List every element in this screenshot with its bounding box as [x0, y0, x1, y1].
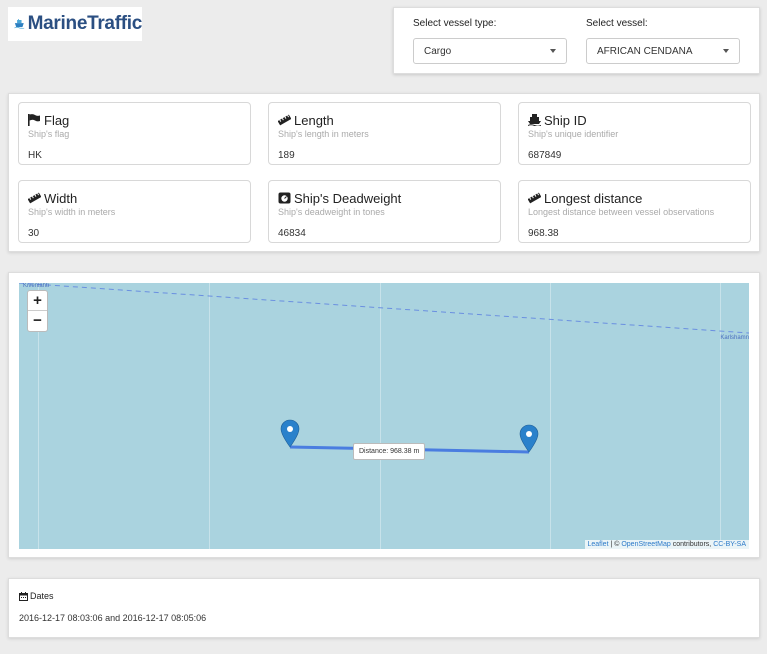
- deadweight-value: 46834: [278, 228, 306, 239]
- chevron-down-icon: [550, 49, 556, 53]
- longest-distance-desc: Longest distance between vessel observat…: [528, 207, 715, 217]
- ship-logo-icon: [14, 19, 25, 29]
- attribution-sep: | ©: [608, 541, 622, 548]
- longest-distance-card: Longest distance Longest distance betwee…: [518, 180, 751, 243]
- vessel-type-select[interactable]: Cargo: [413, 38, 567, 64]
- length-value: 189: [278, 150, 295, 161]
- ruler-icon: [278, 114, 291, 126]
- attribution-mid: contributors,: [670, 541, 714, 548]
- width-desc: Ship's width in meters: [28, 207, 116, 217]
- flag-card: Flag Ship's flag HK: [18, 102, 251, 165]
- vessel-select[interactable]: AFRICAN CENDANA: [586, 38, 740, 64]
- place-label-right: Karlshamn: [720, 335, 749, 341]
- brand-name: MarineTraffic: [27, 13, 143, 34]
- ruler-icon: [528, 192, 541, 204]
- license-link[interactable]: CC-BY-SA: [713, 541, 746, 548]
- length-card: Length Ship's length in meters 189: [268, 102, 501, 165]
- map-panel: Kivenlahti Karlshamn + − Distance: 968.3…: [8, 272, 760, 558]
- dates-title: Dates: [30, 591, 54, 601]
- marker-end[interactable]: [519, 424, 539, 453]
- distance-tooltip: Distance: 968.38 m: [353, 443, 426, 460]
- longest-distance-value: 968.38: [528, 228, 559, 239]
- ship-icon: [528, 114, 541, 126]
- width-card: Width Ship's width in meters 30: [18, 180, 251, 243]
- vessel-selector-card: Select vessel type: Cargo Select vessel:…: [393, 7, 760, 74]
- deadweight-title: Ship's Deadweight: [294, 190, 402, 206]
- zoom-in-button[interactable]: +: [28, 291, 47, 311]
- longest-distance-title: Longest distance: [544, 190, 643, 206]
- flag-value: HK: [28, 150, 42, 161]
- dates-panel: Dates 2016-12-17 08:03:06 and 2016-12-17…: [8, 578, 760, 638]
- ship-id-desc: Ship's unique identifier: [528, 129, 619, 139]
- zoom-control: + −: [27, 290, 48, 332]
- osm-link[interactable]: OpenStreetMap: [621, 541, 670, 548]
- width-value: 30: [28, 228, 40, 239]
- place-label-left: Kivenlahti: [23, 283, 50, 289]
- length-desc: Ship's length in meters: [278, 129, 369, 139]
- vessel-type-value: Cargo: [424, 45, 452, 57]
- marker-start[interactable]: [280, 419, 300, 448]
- chevron-down-icon: [723, 49, 729, 53]
- ship-id-title: Ship ID: [544, 112, 587, 128]
- vessel-info-panel: Flag Ship's flag HK Length Ship's length…: [8, 93, 760, 252]
- border-line: [19, 283, 749, 334]
- calendar-icon: [19, 591, 28, 601]
- flag-desc: Ship's flag: [28, 129, 70, 139]
- deadweight-card: Ship's Deadweight Ship's deadweight in t…: [268, 180, 501, 243]
- map-canvas[interactable]: Kivenlahti Karlshamn + − Distance: 968.3…: [19, 283, 749, 549]
- map-attribution: Leaflet | © OpenStreetMap contributors, …: [584, 540, 749, 549]
- vessel-type-label: Select vessel type:: [413, 18, 497, 29]
- map-overlay: [19, 283, 749, 454]
- dates-value: 2016-12-17 08:03:06 and 2016-12-17 08:05…: [19, 613, 207, 623]
- ship-id-value: 687849: [528, 150, 562, 161]
- deadweight-desc: Ship's deadweight in tones: [278, 207, 385, 217]
- weight-icon: [278, 192, 291, 204]
- flag-icon: [28, 114, 40, 126]
- width-title: Width: [44, 190, 78, 206]
- length-title: Length: [294, 112, 334, 128]
- leaflet-link[interactable]: Leaflet: [588, 541, 609, 548]
- zoom-out-button[interactable]: −: [28, 311, 47, 331]
- vessel-label: Select vessel:: [586, 18, 648, 29]
- vessel-value: AFRICAN CENDANA: [597, 45, 693, 57]
- flag-title: Flag: [44, 112, 70, 128]
- ruler-icon: [28, 192, 41, 204]
- dates-heading: Dates: [19, 591, 54, 601]
- ship-id-card: Ship ID Ship's unique identifier 687849: [518, 102, 751, 165]
- marinetraffic-logo[interactable]: MarineTraffic: [8, 7, 142, 41]
